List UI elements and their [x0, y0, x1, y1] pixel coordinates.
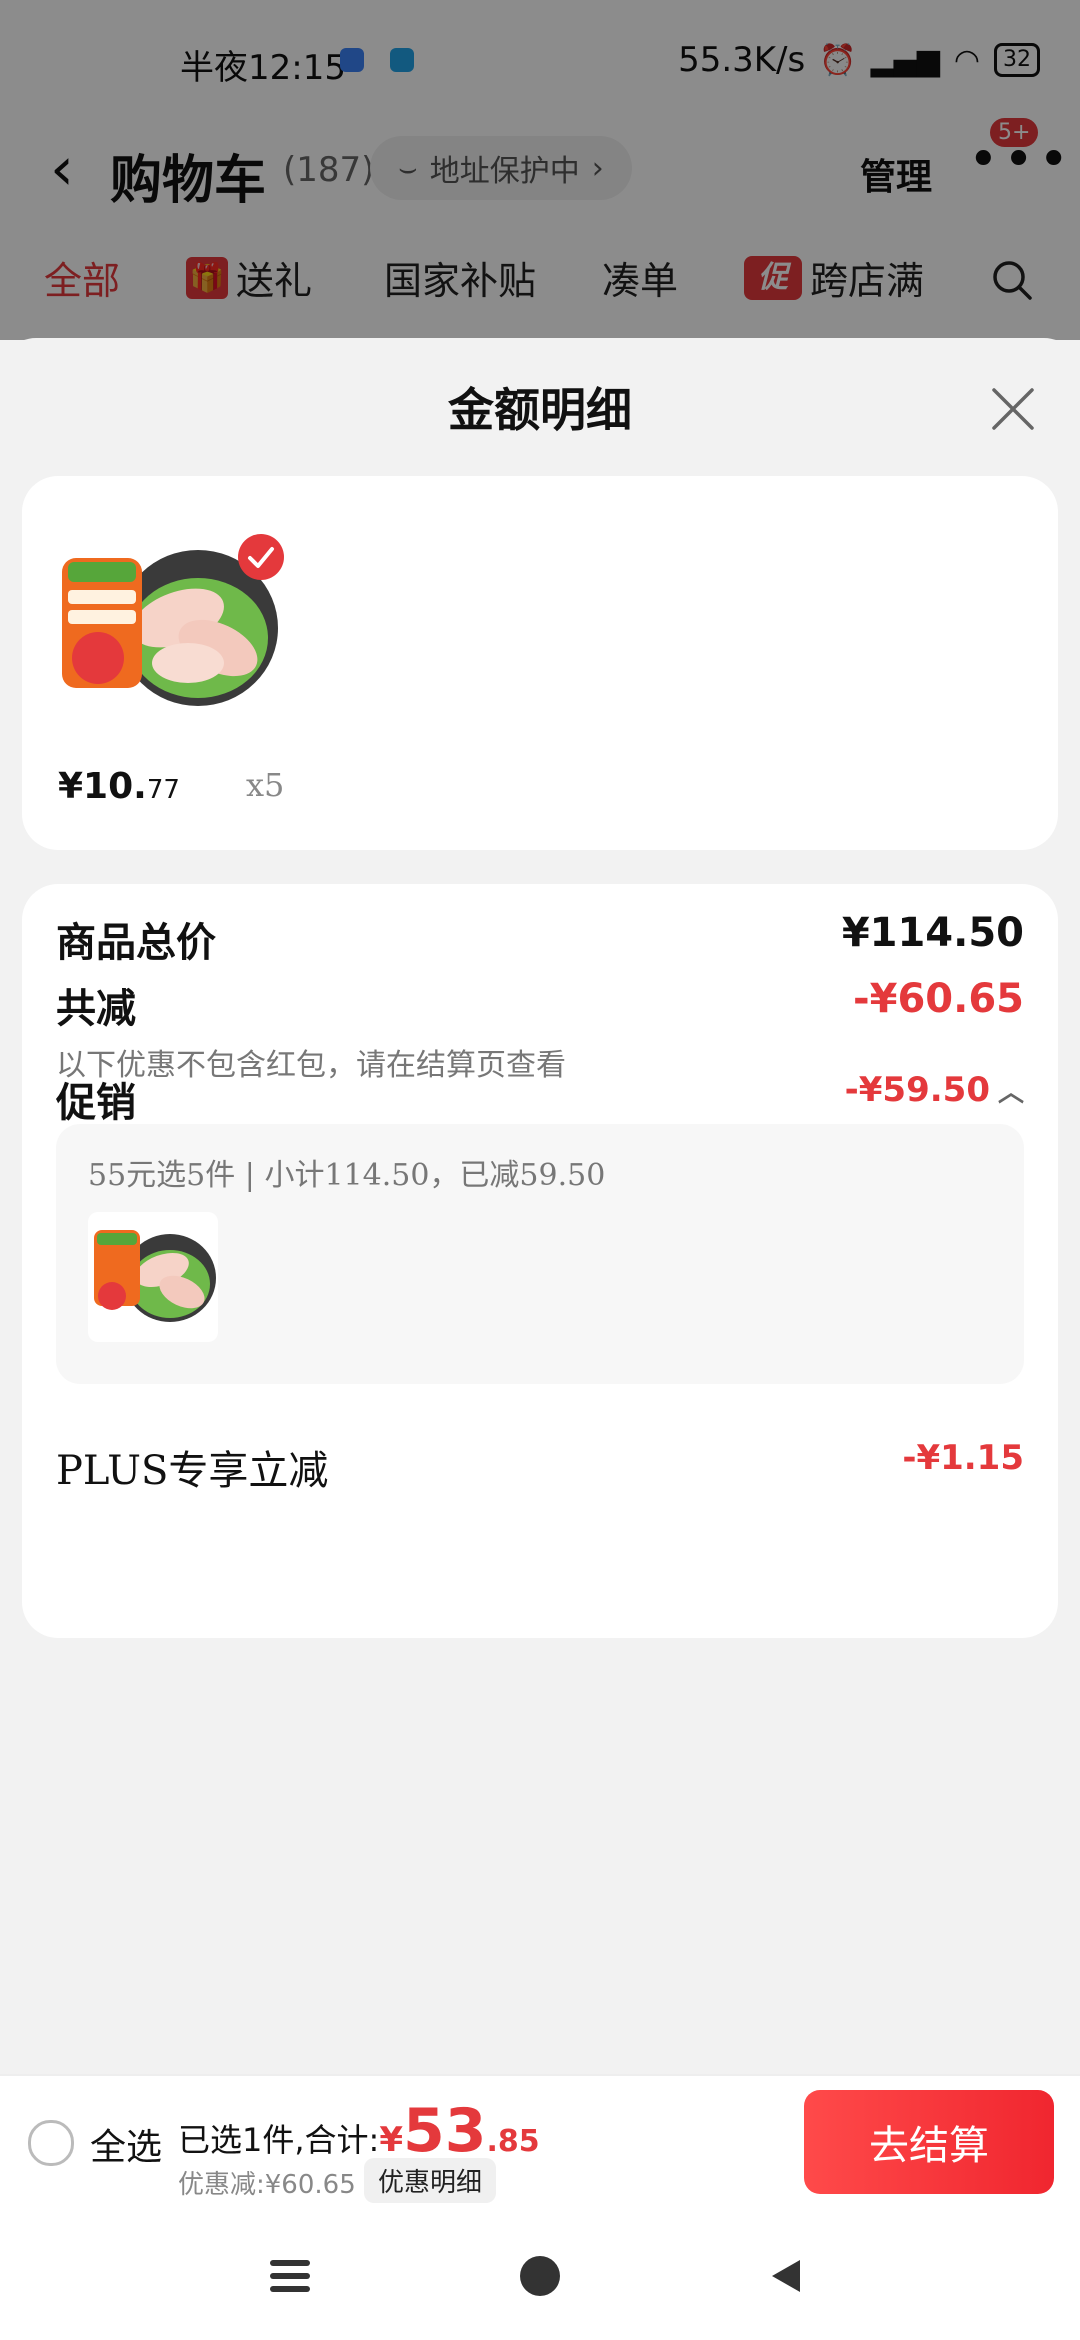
selected-check-icon	[238, 534, 284, 580]
promotion-detail-box: 55元选5件 | 小计114.50，已减59.50	[56, 1124, 1024, 1384]
discount-summary: 优惠减:¥60.65	[178, 2170, 356, 2200]
promotion-detail-text: 55元选5件 | 小计114.50，已减59.50	[88, 1158, 606, 1193]
recent-apps-icon[interactable]	[270, 2258, 310, 2294]
product-price-decimal: 77	[146, 775, 180, 805]
total-price-label: 商品总价	[56, 920, 216, 966]
amount-detail-sheet: 金额明细 ¥10.77 x5 商品总价 ¥114.50 共减 -¥60.65 以…	[0, 338, 1080, 2074]
close-icon[interactable]	[988, 384, 1038, 434]
select-all-radio[interactable]	[28, 2120, 74, 2166]
total-integer: 53	[403, 2096, 487, 2166]
order-summary: 已选1件,合计:¥53.85	[178, 2096, 540, 2166]
product-quantity: x5	[246, 766, 285, 804]
home-icon[interactable]	[520, 2256, 560, 2296]
product-card: ¥10.77 x5	[22, 476, 1058, 850]
promotion-row[interactable]: 促销 -¥59.50 ︿	[56, 1070, 1024, 1128]
product-price-main: ¥10.	[58, 766, 147, 807]
sheet-title: 金额明细	[448, 383, 632, 437]
total-discount-row: 共减 -¥60.65 以下优惠不包含红包，请在结算页查看	[56, 976, 1024, 1084]
discount-detail-button[interactable]: 优惠明细	[364, 2158, 497, 2203]
plus-discount-label: PLUS专享立减	[56, 1448, 329, 1494]
amount-breakdown-card: 商品总价 ¥114.50 共减 -¥60.65 以下优惠不包含红包，请在结算页查…	[22, 884, 1058, 1638]
promotion-product-thumb[interactable]	[88, 1212, 218, 1342]
total-price-row: 商品总价 ¥114.50	[56, 910, 1024, 968]
chevron-up-icon[interactable]: ︿	[998, 1078, 1024, 1108]
back-triangle-icon[interactable]	[766, 2256, 806, 2296]
checkout-bar: 全选 已选1件,合计:¥53.85 优惠减:¥60.65 优惠明细 去结算	[0, 2074, 1080, 2212]
plus-discount-value: -¥1.15	[902, 1438, 1024, 1478]
promotion-value: -¥59.50	[844, 1070, 990, 1110]
promotion-label: 促销	[56, 1080, 136, 1126]
plus-discount-row: PLUS专享立减 -¥1.15	[56, 1438, 1024, 1496]
summary-prefix: 已选1件,合计:	[178, 2121, 380, 2159]
product-price: ¥10.77	[58, 766, 180, 807]
dim-overlay[interactable]	[0, 0, 1080, 340]
total-price-value: ¥114.50	[841, 910, 1024, 956]
total-currency: ¥	[379, 2120, 403, 2160]
system-nav-bar	[0, 2210, 1080, 2340]
checkout-button[interactable]: 去结算	[804, 2090, 1054, 2194]
total-discount-value: -¥60.65	[853, 976, 1024, 1022]
select-all-label[interactable]: 全选	[90, 2118, 162, 2170]
promotion-value-wrap: -¥59.50 ︿	[845, 1070, 1024, 1110]
total-decimal: .85	[486, 2124, 540, 2159]
